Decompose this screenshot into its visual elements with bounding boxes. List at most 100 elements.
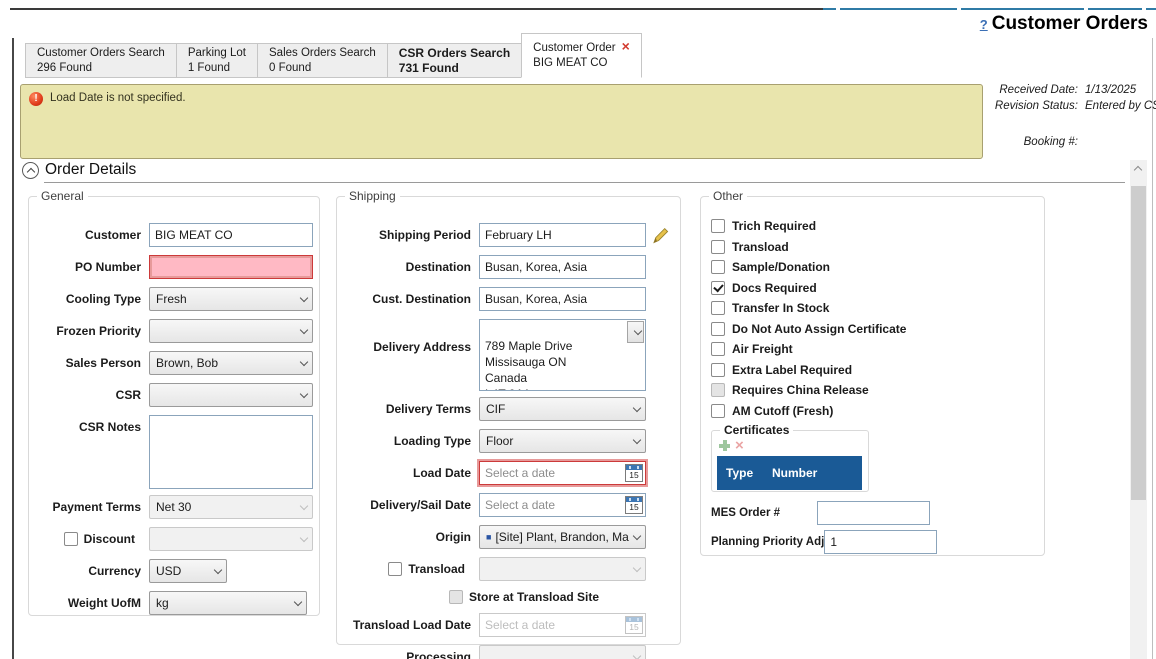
do-not-auto-assign-certificate-checkbox[interactable]	[711, 322, 725, 336]
frozen-priority-select[interactable]	[149, 319, 313, 343]
tab-title: Parking Lot	[188, 46, 246, 61]
load-date-placeholder: Select a date	[485, 466, 625, 480]
chevron-down-icon	[633, 653, 641, 659]
extra-label-required-label: Extra Label Required	[732, 363, 852, 377]
sales-person-value: Brown, Bob	[156, 356, 296, 370]
tab-count: 296 Found	[37, 61, 165, 76]
delivery-address-row: Delivery Address 789 Maple Drive Missisa…	[345, 319, 670, 391]
tab-customer-orders-search[interactable]: Customer Orders Search 296 Found	[25, 43, 177, 78]
payment-terms-select[interactable]: Net 30	[149, 495, 313, 519]
sales-person-row: Sales Person Brown, Bob	[35, 351, 313, 375]
po-number-input[interactable]	[149, 255, 313, 279]
weight-uofm-label: Weight UofM	[35, 591, 141, 615]
delivery-address-box[interactable]: 789 Maple Drive Missisauga ON Canada L4T…	[479, 319, 646, 391]
tab-customer-order[interactable]: Customer Order× BIG MEAT CO	[521, 33, 642, 78]
weight-uofm-select[interactable]: kg	[149, 591, 307, 615]
collapse-section-icon[interactable]	[22, 162, 39, 179]
load-date-picker[interactable]: Select a date 15	[479, 461, 646, 485]
tab-count: 731 Found	[399, 61, 510, 76]
currency-row: Currency USD	[35, 559, 313, 583]
calendar-icon[interactable]: 15	[625, 496, 643, 514]
add-certificate-icon[interactable]	[719, 440, 730, 451]
sample-donation-checkbox[interactable]	[711, 260, 725, 274]
delivery-sail-date-picker[interactable]: Select a date 15	[479, 493, 646, 517]
other-transload-checkbox[interactable]	[711, 240, 725, 254]
csr-notes-textarea[interactable]	[149, 415, 313, 489]
transload-row: Transload	[345, 557, 670, 581]
tab-csr-orders-search[interactable]: CSR Orders Search 731 Found	[387, 43, 522, 78]
page-title-area: ? Customer Orders	[980, 13, 1148, 35]
currency-select[interactable]: USD	[149, 559, 227, 583]
transload-load-date-label: Transload Load Date	[345, 613, 471, 637]
loading-type-row: Loading Type Floor	[345, 429, 670, 453]
close-icon[interactable]: ×	[622, 38, 630, 54]
requires-china-release-label: Requires China Release	[732, 383, 869, 397]
help-icon[interactable]: ?	[980, 17, 988, 32]
delivery-terms-select[interactable]: CIF	[479, 397, 646, 421]
csr-select[interactable]	[149, 383, 313, 407]
trich-required-checkbox[interactable]	[711, 219, 725, 233]
edit-pencil-icon[interactable]	[652, 226, 670, 244]
extra-label-required-checkbox[interactable]	[711, 363, 725, 377]
transload-load-date-row: Transload Load Date Select a date 15	[345, 613, 670, 637]
delivery-sail-date-placeholder: Select a date	[485, 498, 625, 512]
scrollbar-thumb[interactable]	[1131, 186, 1146, 500]
calendar-icon[interactable]: 15	[625, 464, 643, 482]
certificates-groupbox: Certificates × Type Number	[711, 430, 869, 492]
discount-select[interactable]	[149, 527, 313, 551]
top-divider-blue	[823, 8, 1156, 10]
checkbox-row-air-freight: Air Freight	[711, 342, 1034, 356]
cust-destination-input[interactable]	[479, 287, 646, 311]
am-cutoff-fresh-checkbox[interactable]	[711, 404, 725, 418]
vertical-scrollbar[interactable]	[1130, 160, 1147, 659]
order-details-header: Order Details	[22, 161, 136, 179]
delete-certificate-icon[interactable]: ×	[735, 440, 744, 451]
processing-select[interactable]	[479, 645, 646, 659]
transload-label: Transload	[408, 557, 465, 581]
delivery-address-label: Delivery Address	[345, 319, 471, 355]
cooling-type-select[interactable]: Fresh	[149, 287, 313, 311]
chevron-down-icon	[300, 503, 308, 511]
shipping-period-input[interactable]	[479, 223, 646, 247]
requires-china-release-checkbox[interactable]	[711, 383, 725, 397]
mes-order-input[interactable]	[817, 501, 930, 525]
air-freight-label: Air Freight	[732, 342, 793, 356]
scroll-up-button[interactable]	[1130, 160, 1147, 177]
origin-select[interactable]: ■ [Site] Plant, Brandon, Manitoba,	[479, 525, 646, 549]
other-groupbox: Other Trich Required Transload Sample/Do…	[700, 196, 1045, 556]
origin-value: [Site] Plant, Brandon, Manitoba,	[495, 530, 629, 544]
certificates-toolbar: ×	[719, 440, 862, 452]
planning-priority-adj-input[interactable]	[824, 530, 937, 554]
sales-person-label: Sales Person	[35, 351, 141, 375]
tab-parking-lot[interactable]: Parking Lot 1 Found	[176, 43, 258, 78]
docs-required-checkbox[interactable]	[711, 281, 725, 295]
transload-checkbox[interactable]	[388, 562, 402, 576]
tab-subtitle: BIG MEAT CO	[533, 56, 630, 71]
air-freight-checkbox[interactable]	[711, 342, 725, 356]
site-square-icon: ■	[486, 532, 491, 542]
discount-checkbox[interactable]	[64, 532, 78, 546]
sales-person-select[interactable]: Brown, Bob	[149, 351, 313, 375]
chevron-down-icon	[214, 567, 222, 575]
customer-input[interactable]	[149, 223, 313, 247]
checkbox-row-trich-required: Trich Required	[711, 219, 1034, 233]
destination-input[interactable]	[479, 255, 646, 279]
received-date-label: Received Date:	[992, 84, 1078, 96]
transfer-in-stock-checkbox[interactable]	[711, 301, 725, 315]
po-number-row: PO Number	[35, 255, 313, 279]
tab-sales-orders-search[interactable]: Sales Orders Search 0 Found	[257, 43, 388, 78]
loading-type-select[interactable]: Floor	[479, 429, 646, 453]
chevron-down-icon	[633, 437, 641, 445]
store-at-transload-checkbox[interactable]	[449, 590, 463, 604]
delivery-address-dropdown-button[interactable]	[627, 321, 644, 343]
chevron-down-icon	[633, 565, 641, 573]
general-group-title: General	[37, 189, 88, 203]
cust-destination-label: Cust. Destination	[345, 287, 471, 311]
transload-load-date-picker[interactable]: Select a date 15	[479, 613, 646, 637]
validation-message: Load Date is not specified.	[50, 91, 186, 152]
transfer-in-stock-label: Transfer In Stock	[732, 301, 829, 315]
tab-title: Customer Orders Search	[37, 46, 165, 61]
checkbox-row-docs-required: Docs Required	[711, 281, 1034, 295]
weight-uofm-value: kg	[156, 596, 290, 610]
transload-select[interactable]	[479, 557, 646, 581]
